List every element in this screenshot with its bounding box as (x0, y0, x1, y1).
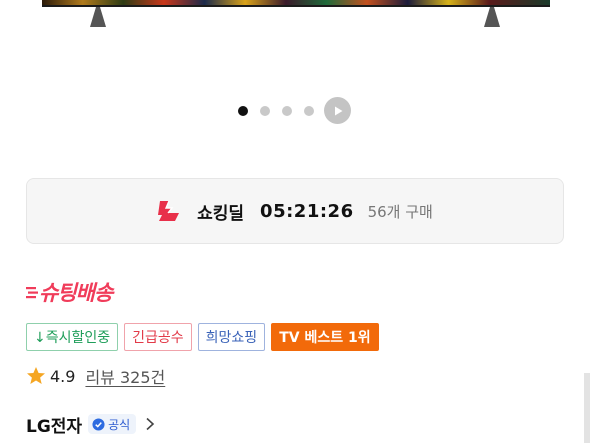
product-rating: 4.9 리뷰 325건 (26, 364, 165, 388)
tv-stand-leg-left (90, 7, 106, 27)
star-icon (27, 367, 45, 384)
seller-name: LG전자 (26, 416, 83, 437)
verified-check-icon (92, 417, 105, 431)
tag-urgent-import[interactable]: 긴급공수 (124, 323, 192, 351)
tv-stand-leg-right (484, 7, 500, 27)
carousel-dot-4[interactable] (304, 105, 314, 116)
shooting-delivery-logo: 슈팅배송 (26, 279, 113, 305)
speed-lines-icon (26, 287, 38, 299)
purchase-count: 56개 구매 (367, 202, 433, 221)
carousel-play-button[interactable] (324, 97, 351, 124)
official-badge-label: 공식 (108, 417, 131, 432)
shooting-delivery-text: 슈팅배송 (39, 281, 113, 305)
tag-instant-discount[interactable]: ↓즉시할인중 (26, 323, 119, 351)
play-icon (334, 106, 342, 115)
deal-countdown-timer: 05:21:26 (260, 200, 354, 222)
page-scrollbar[interactable] (584, 373, 590, 443)
carousel-dot-1[interactable] (238, 105, 248, 116)
product-image-carousel[interactable] (0, 0, 590, 140)
rating-score: 4.9 (50, 366, 76, 386)
seller-row[interactable]: LG전자 공식 (26, 412, 156, 437)
official-badge: 공식 (88, 414, 137, 434)
tag-hope-shopping[interactable]: 희망쇼핑 (197, 323, 266, 351)
shocking-deal-label: 쇼킹딜 (197, 203, 245, 224)
chevron-right-icon (146, 417, 155, 431)
shocking-deal-logo-icon (157, 198, 183, 224)
reviews-link[interactable]: 리뷰 325건 (85, 364, 165, 388)
shocking-deal-banner[interactable]: 쇼킹딜 05:21:26 56개 구매 (26, 178, 564, 244)
tag-tv-best[interactable]: TV 베스트 1위 (271, 323, 379, 351)
product-tags: ↓즉시할인중 긴급공수 희망쇼핑 TV 베스트 1위 (26, 323, 379, 351)
tv-screen-edge (42, 0, 550, 7)
carousel-dot-3[interactable] (282, 105, 292, 116)
carousel-dot-2[interactable] (260, 105, 270, 116)
carousel-pagination (238, 97, 351, 124)
